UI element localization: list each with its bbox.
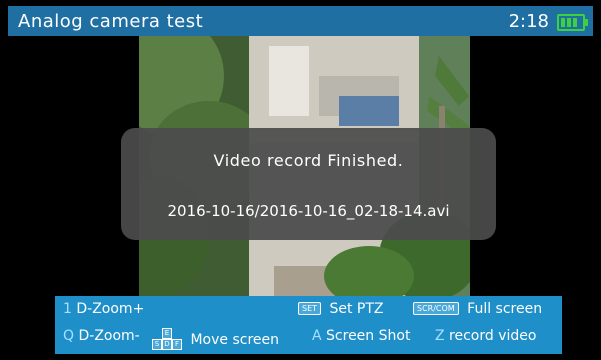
hotkey-label: D-Zoom+ — [76, 301, 145, 317]
hotkey-screen-shot: A Screen Shot — [312, 328, 410, 344]
battery-icon — [557, 14, 588, 31]
hotkey-label: Move screen — [190, 332, 279, 348]
device-screen: Analog camera test 2:18 Video record Fin… — [0, 0, 601, 360]
app-title: Analog camera test — [18, 11, 204, 32]
hotkey-full-screen: SCR/COM Full screen — [413, 301, 542, 317]
hotkey-label: Full screen — [467, 301, 543, 317]
key-d: D — [162, 339, 172, 350]
hotkey-move-screen: E S D F Move screen — [152, 328, 279, 350]
esdf-keys-icon: E S D F — [152, 328, 182, 350]
hotkey-key: Z — [435, 328, 445, 344]
hotkey-key: A — [312, 328, 322, 344]
scr-com-key-icon: SCR/COM — [413, 302, 459, 315]
hotkey-row-2: Q D-Zoom- E S D F Move screen A Screen S… — [55, 328, 562, 352]
clock: 2:18 — [508, 11, 549, 32]
title-bar: Analog camera test 2:18 — [8, 6, 593, 36]
hotkey-set-ptz: SET Set PTZ — [298, 301, 384, 317]
hotkey-help-bar: 1 D-Zoom+ SET Set PTZ SCR/COM Full scree… — [55, 296, 562, 354]
key-s: S — [152, 339, 162, 350]
hotkey-key: Q — [63, 328, 75, 344]
hotkey-label: Screen Shot — [326, 328, 411, 344]
set-key-icon: SET — [298, 302, 322, 315]
hotkey-dzoom-out: Q D-Zoom- — [63, 328, 140, 344]
record-finished-dialog: Video record Finished. 2016-10-16/2016-1… — [121, 128, 496, 240]
hotkey-record-video: Z record video — [435, 328, 536, 344]
dialog-file-path: 2016-10-16/2016-10-16_02-18-14.avi — [167, 202, 450, 220]
hotkey-row-1: 1 D-Zoom+ SET Set PTZ SCR/COM Full scree… — [55, 301, 562, 325]
key-f: F — [172, 339, 182, 350]
hotkey-label: Set PTZ — [329, 301, 384, 317]
dialog-message: Video record Finished. — [213, 151, 404, 170]
hotkey-key: 1 — [63, 301, 72, 317]
hotkey-dzoom-in: 1 D-Zoom+ — [63, 301, 144, 317]
hotkey-label: record video — [449, 328, 537, 344]
hotkey-label: D-Zoom- — [78, 328, 140, 344]
key-e: E — [162, 328, 172, 339]
